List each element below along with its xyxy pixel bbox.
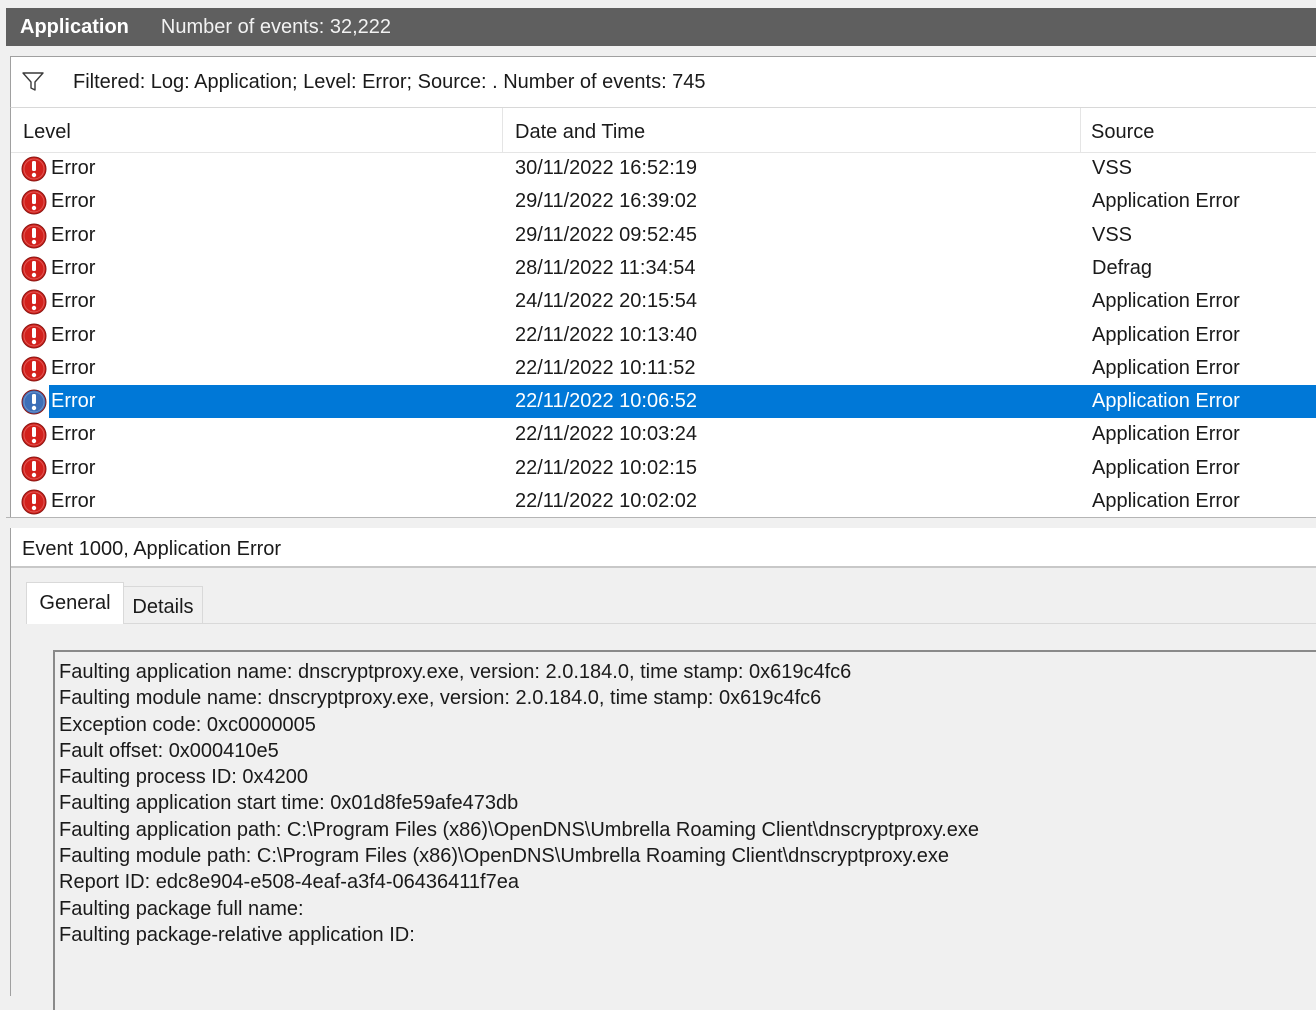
table-row[interactable]: Error 29/11/2022 09:52:45 VSS	[11, 219, 1316, 252]
error-icon	[21, 422, 47, 448]
error-icon	[21, 256, 47, 282]
table-row[interactable]: Error 29/11/2022 16:39:02 Application Erro…	[11, 185, 1316, 218]
event-description-box[interactable]: Faulting application name: dnscryptproxy…	[53, 650, 1316, 1010]
level-cell: Error	[51, 190, 96, 213]
table-row[interactable]: Error 22/11/2022 10:03:24 Application Erro…	[11, 418, 1316, 451]
funnel-icon	[22, 72, 44, 91]
level-cell: Error	[51, 157, 96, 179]
error-icon	[21, 156, 47, 182]
date-cell: 29/11/2022 09:52:45	[515, 223, 698, 246]
table-row[interactable]: Error 22/11/2022 10:02:15 Application Erro…	[11, 452, 1316, 485]
source-cell: VSS	[1092, 157, 1133, 179]
event-list[interactable]: Level Date and Time Source Error 30/11/20…	[10, 107, 1316, 518]
description-line: Fault offset: 0x000410e5	[59, 739, 279, 762]
filter-description: Filtered: Log: Application; Level: Error…	[73, 70, 706, 93]
description-line: Faulting application start time: 0x01d8f…	[59, 792, 519, 815]
event-list-header: Level Date and Time Source	[11, 108, 1316, 153]
error-icon	[21, 189, 47, 215]
table-row[interactable]: Error 22/11/2022 10:06:52 Application Erro…	[11, 385, 1316, 419]
table-row[interactable]: Error 22/11/2022 10:11:52 Application Erro…	[11, 352, 1316, 385]
column-header-date-and-time[interactable]: Date and Time	[503, 108, 1081, 152]
source-cell: Application Error	[1092, 456, 1240, 479]
error-icon	[21, 489, 47, 515]
source-cell: Application Error	[1092, 423, 1240, 446]
level-cell: Error	[51, 456, 96, 479]
source-cell: Application Error	[1092, 190, 1240, 213]
table-row[interactable]: Error 28/11/2022 11:34:54 Defrag	[11, 252, 1316, 285]
column-header-source[interactable]: Source	[1081, 108, 1316, 152]
level-cell: Error	[51, 423, 96, 446]
error-icon	[21, 456, 47, 482]
date-cell: 22/11/2022 10:03:24	[515, 423, 698, 446]
level-cell: Error	[51, 256, 96, 279]
filter-bar: Filtered: Log: Application; Level: Error…	[10, 56, 1316, 107]
error-icon	[21, 289, 47, 315]
event-count: Number of events: 32,222	[160, 15, 392, 38]
description-line: Faulting module name: dnscryptproxy.exe,…	[59, 687, 822, 710]
date-cell: 22/11/2022 10:11:52	[515, 356, 696, 379]
source-cell: Application Error	[1092, 356, 1240, 379]
event-detail-title: Event 1000, Application Error	[11, 528, 1316, 568]
event-detail-pane: Event 1000, Application Error General De…	[10, 528, 1316, 1010]
date-cell: 30/11/2022 16:52:19	[515, 157, 698, 179]
date-cell: 22/11/2022 10:02:02	[515, 490, 698, 512]
log-name: Application	[20, 15, 129, 38]
table-row[interactable]: Error 22/11/2022 10:13:40 Application Erro…	[11, 319, 1316, 352]
pane-splitter[interactable]	[6, 517, 1316, 528]
date-cell: 22/11/2022 10:13:40	[515, 323, 698, 346]
source-cell: Application Error	[1092, 290, 1240, 313]
error-icon	[21, 323, 47, 348]
error-icon	[21, 389, 47, 415]
error-icon	[21, 356, 47, 382]
date-cell: 24/11/2022 20:15:54	[515, 290, 698, 313]
table-row[interactable]: Error 30/11/2022 16:52:19 VSS	[11, 152, 1316, 185]
column-header-level[interactable]: Level	[11, 108, 503, 152]
level-cell: Error	[51, 290, 96, 313]
description-line: Faulting process ID: 0x4200	[59, 766, 309, 789]
description-line: Exception code: 0xc0000005	[59, 713, 316, 736]
level-cell: Error	[51, 490, 96, 512]
log-title-bar: Application Number of events: 32,222	[6, 8, 1316, 46]
description-line: Faulting package full name:	[59, 897, 304, 920]
date-cell: 22/11/2022 10:02:15	[515, 456, 698, 479]
general-tab-page: Faulting application name: dnscryptproxy…	[33, 623, 1316, 1010]
level-cell: Error	[51, 356, 96, 379]
description-line: Faulting package-relative application ID…	[59, 923, 415, 946]
date-cell: 28/11/2022 11:34:54	[515, 256, 696, 279]
source-cell: Application Error	[1092, 490, 1240, 512]
description-line: Faulting application path: C:\Program Fi…	[59, 818, 980, 841]
table-row[interactable]: Error 22/11/2022 10:02:02 Application Erro…	[11, 485, 1316, 518]
description-line: Faulting application name: dnscryptproxy…	[59, 661, 852, 683]
date-cell: 22/11/2022 10:06:52	[515, 390, 698, 413]
event-viewer-window: Application Number of events: 32,222 Fil…	[0, 0, 1316, 1010]
description-line: Report ID: edc8e904-e508-4eaf-a3f4-06436…	[59, 871, 519, 894]
source-cell: Application Error	[1092, 390, 1240, 413]
level-cell: Error	[51, 223, 96, 246]
tab-general[interactable]: General	[26, 582, 124, 624]
description-line: Faulting module path: C:\Program Files (…	[59, 845, 949, 868]
level-cell: Error	[51, 390, 96, 413]
source-cell: VSS	[1092, 223, 1133, 246]
tab-details[interactable]: Details	[123, 586, 203, 624]
source-cell: Application Error	[1092, 323, 1240, 346]
error-icon	[21, 223, 47, 249]
table-row[interactable]: Error 24/11/2022 20:15:54 Application Erro…	[11, 285, 1316, 318]
source-cell: Defrag	[1092, 256, 1153, 279]
date-cell: 29/11/2022 16:39:02	[515, 190, 698, 213]
level-cell: Error	[51, 323, 96, 346]
